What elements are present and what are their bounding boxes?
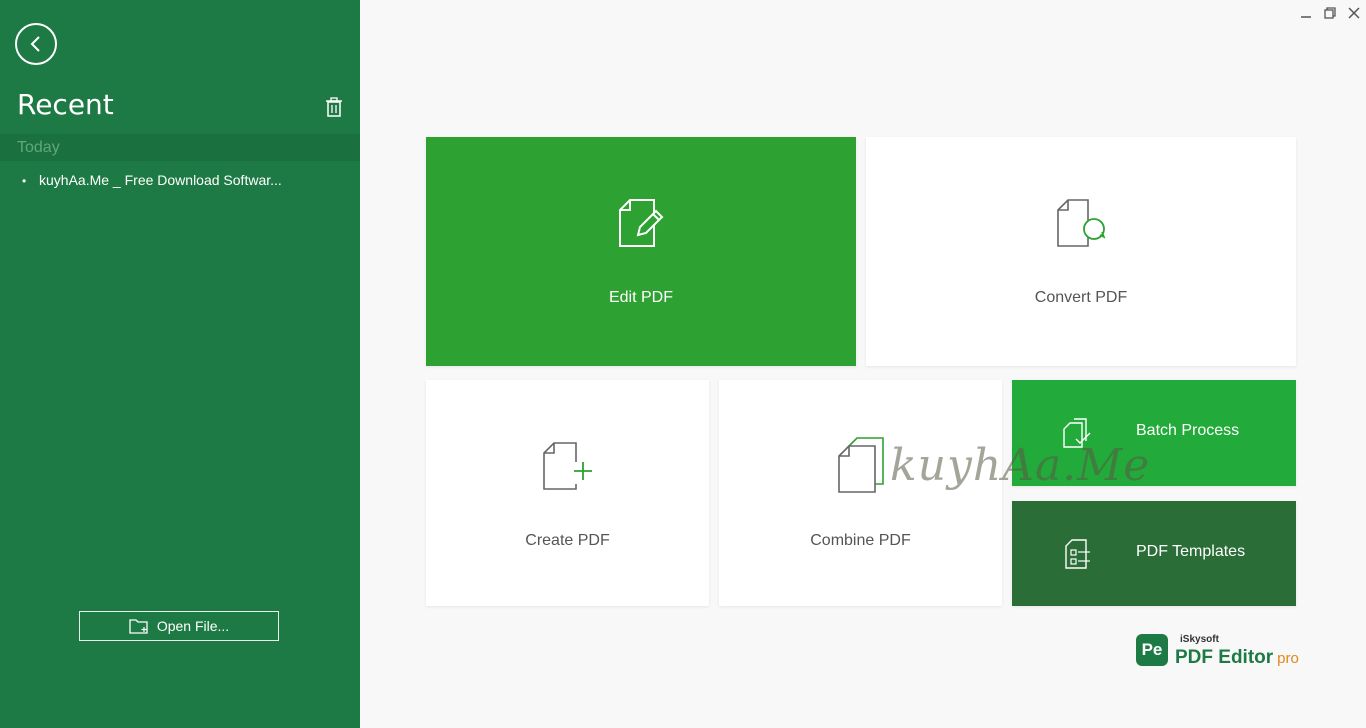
open-file-button[interactable]: Open File... bbox=[79, 611, 279, 641]
trash-icon bbox=[326, 97, 342, 117]
recent-title: Recent bbox=[17, 88, 114, 121]
pdf-templates-icon bbox=[1065, 539, 1090, 569]
restore-icon bbox=[1324, 7, 1336, 19]
back-arrow-icon bbox=[30, 36, 40, 52]
open-file-label: Open File... bbox=[156, 618, 230, 634]
create-pdf-label: Create PDF bbox=[525, 532, 610, 549]
combine-pdf-icon bbox=[838, 437, 884, 493]
back-button[interactable] bbox=[15, 23, 57, 65]
convert-pdf-icon bbox=[1057, 199, 1106, 247]
pdf-templates-tile[interactable]: PDF Templates bbox=[1012, 501, 1296, 606]
edit-pdf-tile[interactable]: Edit PDF bbox=[426, 137, 856, 366]
brand-product: PDF Editor pro bbox=[1175, 647, 1299, 669]
close-button[interactable] bbox=[1347, 6, 1361, 20]
recent-file-name: kuyhAa.Me _ Free Download Softwar... bbox=[39, 172, 282, 188]
section-today: Today bbox=[0, 134, 360, 161]
batch-process-icon bbox=[1063, 418, 1091, 448]
edit-pdf-label: Edit PDF bbox=[608, 289, 673, 306]
batch-process-label: Batch Process bbox=[1136, 422, 1240, 439]
product-logo-icon: Pe bbox=[1136, 634, 1168, 666]
edit-pdf-icon bbox=[619, 199, 664, 247]
close-icon bbox=[1348, 7, 1360, 19]
batch-process-tile[interactable]: Batch Process bbox=[1012, 380, 1296, 486]
folder-add-icon bbox=[129, 619, 148, 634]
pdf-templates-label: PDF Templates bbox=[1136, 543, 1246, 560]
brand-logo: Pe iSkysoft PDF Editor pro bbox=[1136, 634, 1306, 670]
create-pdf-tile[interactable]: Create PDF bbox=[426, 380, 709, 606]
recent-file-item[interactable]: • kuyhAa.Me _ Free Download Softwar... bbox=[22, 172, 322, 192]
minimize-icon bbox=[1301, 16, 1311, 18]
combine-pdf-tile[interactable]: Combine PDF bbox=[719, 380, 1002, 606]
convert-pdf-label: Convert PDF bbox=[1034, 289, 1128, 306]
product-name: PDF Editor bbox=[1175, 647, 1274, 668]
restore-button[interactable] bbox=[1323, 6, 1337, 20]
clear-recent-button[interactable] bbox=[323, 96, 345, 118]
brand-maker: iSkysoft bbox=[1180, 634, 1219, 645]
combine-pdf-label: Combine PDF bbox=[810, 532, 911, 549]
minimize-button[interactable] bbox=[1299, 6, 1313, 20]
recent-sidebar: Recent Today • kuyhAa.Me _ Free Download … bbox=[0, 0, 360, 728]
section-today-label: Today bbox=[17, 139, 60, 156]
product-edition: pro bbox=[1277, 650, 1299, 667]
create-pdf-icon bbox=[543, 442, 594, 490]
convert-pdf-tile[interactable]: Convert PDF bbox=[866, 137, 1296, 366]
list-bullet: • bbox=[22, 174, 27, 188]
